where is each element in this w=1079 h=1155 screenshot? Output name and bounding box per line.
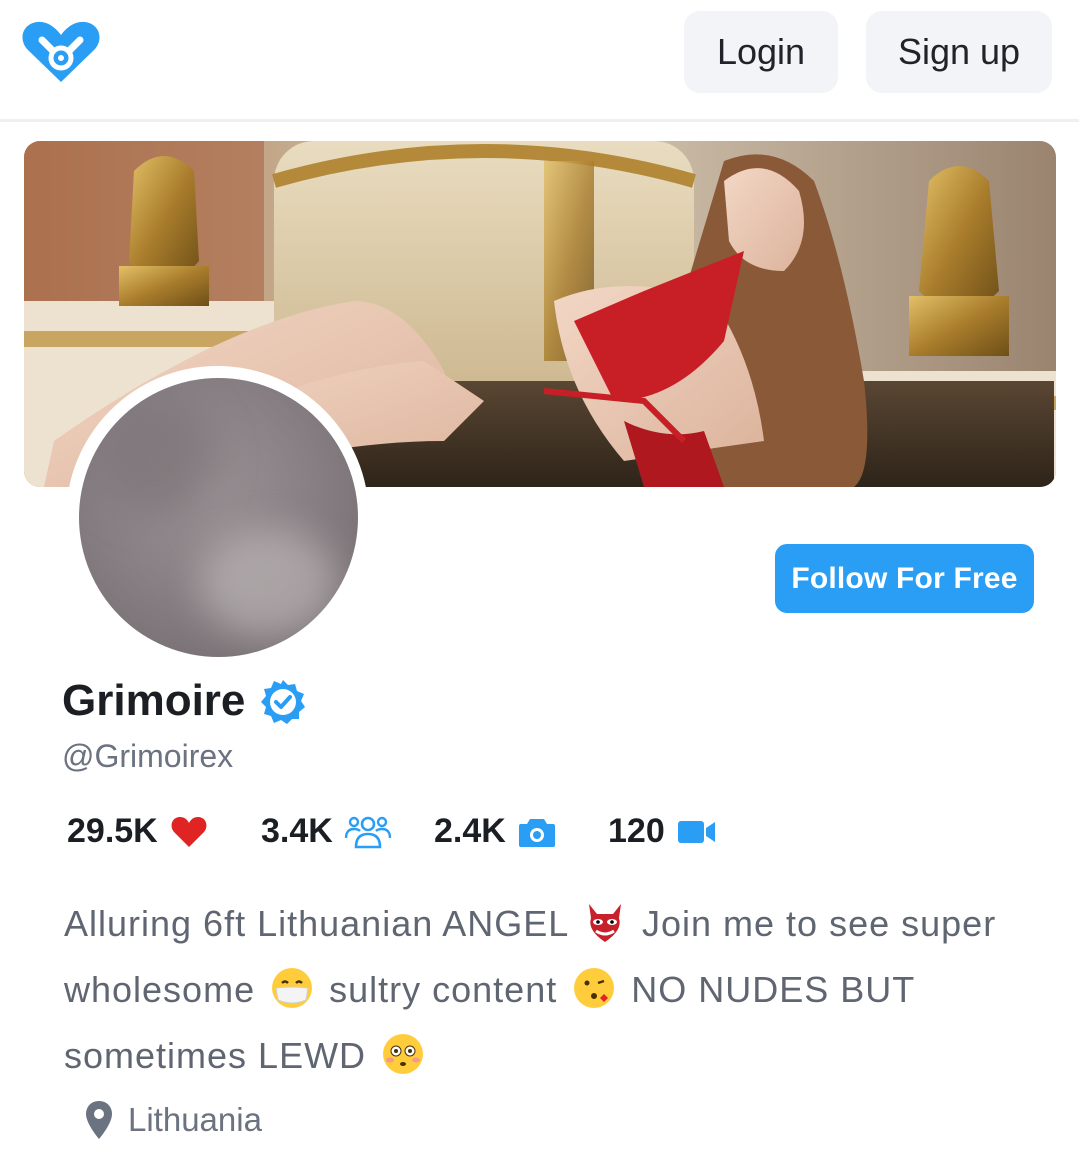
stat-likes: 29.5K <box>67 812 208 851</box>
profile-location: Lithuania <box>84 1100 262 1140</box>
heart-lock-logo-icon[interactable] <box>20 18 102 86</box>
flushed-face-emoji-icon <box>383 1034 424 1074</box>
profile-stats: 29.5K 3.4K 2.4K 120 <box>0 812 1079 858</box>
stat-videos-value: 120 <box>608 812 665 850</box>
stat-videos: 120 <box>608 812 717 851</box>
location-pin-icon <box>86 1101 112 1139</box>
login-button[interactable]: Login <box>684 11 838 93</box>
top-bar: Login Sign up <box>0 0 1079 122</box>
users-icon <box>344 816 391 848</box>
profile-bio: Alluring 6ft Lithuanian ANGEL Join me to… <box>64 891 1054 1089</box>
face-with-mask-emoji-icon <box>272 968 313 1008</box>
devil-mask-emoji-icon <box>588 904 621 942</box>
stat-fans: 3.4K <box>261 812 391 851</box>
stat-likes-value: 29.5K <box>67 812 158 850</box>
stat-photos-value: 2.4K <box>434 812 506 850</box>
signup-button[interactable]: Sign up <box>866 11 1052 93</box>
location-text: Lithuania <box>128 1101 262 1138</box>
avatar[interactable] <box>79 378 358 657</box>
verified-badge-icon <box>259 678 307 726</box>
stat-photos: 2.4K <box>434 812 556 851</box>
heart-icon <box>171 816 207 847</box>
follow-button[interactable]: Follow For Free <box>775 544 1034 613</box>
stat-fans-value: 3.4K <box>261 812 333 850</box>
bio-text-part1: Alluring 6ft Lithuanian ANGEL <box>64 903 568 944</box>
bio-text-part3: sultry content <box>329 969 558 1010</box>
profile-handle: @Grimoirex <box>62 738 234 774</box>
video-camera-icon <box>677 820 715 843</box>
profile-name: Grimoire <box>62 676 246 725</box>
camera-icon <box>518 818 555 847</box>
face-blowing-kiss-emoji-icon <box>574 968 615 1008</box>
